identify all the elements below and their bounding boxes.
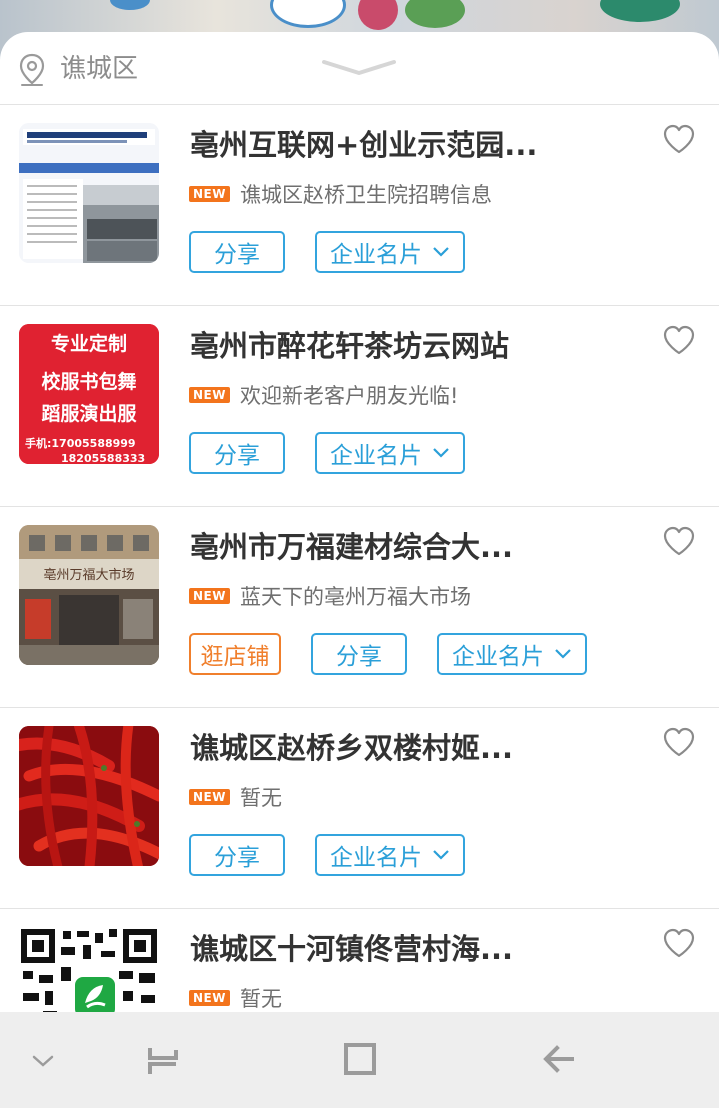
- thumb-text-5: 18205588333: [61, 452, 145, 464]
- new-badge: NEW: [189, 990, 230, 1006]
- visit-shop-button[interactable]: 逛店铺: [189, 633, 281, 675]
- item-title[interactable]: 谯城区赵桥乡双楼村姬...: [190, 726, 513, 770]
- item-thumbnail: [19, 726, 159, 866]
- share-button[interactable]: 分享: [189, 231, 285, 273]
- item-subtitle-row: NEW 暂无: [189, 981, 282, 1015]
- item-subtitle-row: NEW 谯城区赵桥卫生院招聘信息: [189, 177, 492, 211]
- thumb-text-4: 手机:17005588999: [25, 436, 136, 450]
- new-badge: NEW: [189, 588, 230, 604]
- location-label: 谯城区: [60, 54, 139, 84]
- thumb-text-2: 校服书包舞: [41, 370, 136, 393]
- home-square-icon[interactable]: [343, 1042, 377, 1076]
- list-item[interactable]: 专业定制 校服书包舞 蹈服演出服 手机:17005588999 18205588…: [0, 306, 719, 507]
- favorite-heart-icon[interactable]: [662, 525, 696, 557]
- share-button[interactable]: 分享: [189, 834, 285, 876]
- back-arrow-icon[interactable]: [542, 1044, 576, 1074]
- item-thumbnail: 专业定制 校服书包舞 蹈服演出服 手机:17005588999 18205588…: [19, 324, 159, 464]
- business-card-button[interactable]: 企业名片: [315, 231, 465, 273]
- new-badge: NEW: [189, 186, 230, 202]
- item-actions: 分享 企业名片: [189, 231, 495, 273]
- list-item[interactable]: 亳州互联网+创业示范园... NEW 谯城区赵桥卫生院招聘信息 分享 企业名片: [0, 105, 719, 306]
- business-card-button[interactable]: 企业名片: [437, 633, 587, 675]
- system-navigation-bar: [0, 1012, 719, 1108]
- item-subtitle: 谯城区赵桥卫生院招聘信息: [239, 183, 492, 207]
- new-badge: NEW: [189, 789, 230, 805]
- item-title[interactable]: 谯城区十河镇佟营村海...: [190, 927, 513, 971]
- favorite-heart-icon[interactable]: [662, 927, 696, 959]
- item-title[interactable]: 亳州市万福建材综合大...: [190, 525, 513, 569]
- bottom-sheet: 谯城区 亳州互联网+创业示范园... NEW 谯城区赵桥卫生院招聘信息 分享 企…: [0, 32, 719, 1108]
- hide-keyboard-chevron-icon[interactable]: [32, 1054, 54, 1068]
- item-subtitle: 欢迎新老客户朋友光临!: [239, 384, 459, 408]
- share-button[interactable]: 分享: [189, 432, 285, 474]
- favorite-heart-icon[interactable]: [662, 123, 696, 155]
- item-subtitle-row: NEW 欢迎新老客户朋友光临!: [189, 378, 458, 412]
- chevron-down-icon: [433, 247, 449, 257]
- item-subtitle: 暂无: [239, 987, 282, 1011]
- item-subtitle: 暂无: [239, 786, 282, 810]
- thumb-sign-text: 亳州万福大市场: [43, 567, 134, 583]
- item-subtitle: 蓝天下的亳州万福大市场: [239, 585, 471, 609]
- item-title[interactable]: 亳州市醉花轩茶坊云网站: [190, 324, 509, 368]
- item-thumbnail: [19, 123, 159, 263]
- chevron-down-icon: [555, 649, 571, 659]
- location-bar[interactable]: 谯城区: [0, 32, 719, 105]
- item-thumbnail: 亳州万福大市场: [19, 525, 159, 665]
- item-subtitle-row: NEW 暂无: [189, 780, 282, 814]
- collapse-chevron-icon[interactable]: [322, 58, 396, 78]
- recent-apps-icon[interactable]: [146, 1044, 180, 1078]
- business-card-button[interactable]: 企业名片: [315, 432, 465, 474]
- business-card-button[interactable]: 企业名片: [315, 834, 465, 876]
- item-title[interactable]: 亳州互联网+创业示范园...: [190, 123, 537, 167]
- new-badge: NEW: [189, 387, 230, 403]
- thumb-text-1: 专业定制: [51, 332, 127, 355]
- item-subtitle-row: NEW 蓝天下的亳州万福大市场: [189, 579, 471, 613]
- item-actions: 逛店铺 分享 企业名片: [189, 633, 617, 675]
- chevron-down-icon: [433, 850, 449, 860]
- item-actions: 分享 企业名片: [189, 432, 495, 474]
- list-item[interactable]: 亳州万福大市场 亳州市万福建材综合大... NEW 蓝天下的亳州万福大市场 逛店…: [0, 507, 719, 708]
- chevron-down-icon: [433, 448, 449, 458]
- item-actions: 分享 企业名片: [189, 834, 495, 876]
- favorite-heart-icon[interactable]: [662, 726, 696, 758]
- list-item[interactable]: 谯城区赵桥乡双楼村姬... NEW 暂无 分享 企业名片: [0, 708, 719, 909]
- location-pin-icon: [19, 53, 45, 86]
- share-button[interactable]: 分享: [311, 633, 407, 675]
- thumb-text-3: 蹈服演出服: [41, 402, 137, 425]
- favorite-heart-icon[interactable]: [662, 324, 696, 356]
